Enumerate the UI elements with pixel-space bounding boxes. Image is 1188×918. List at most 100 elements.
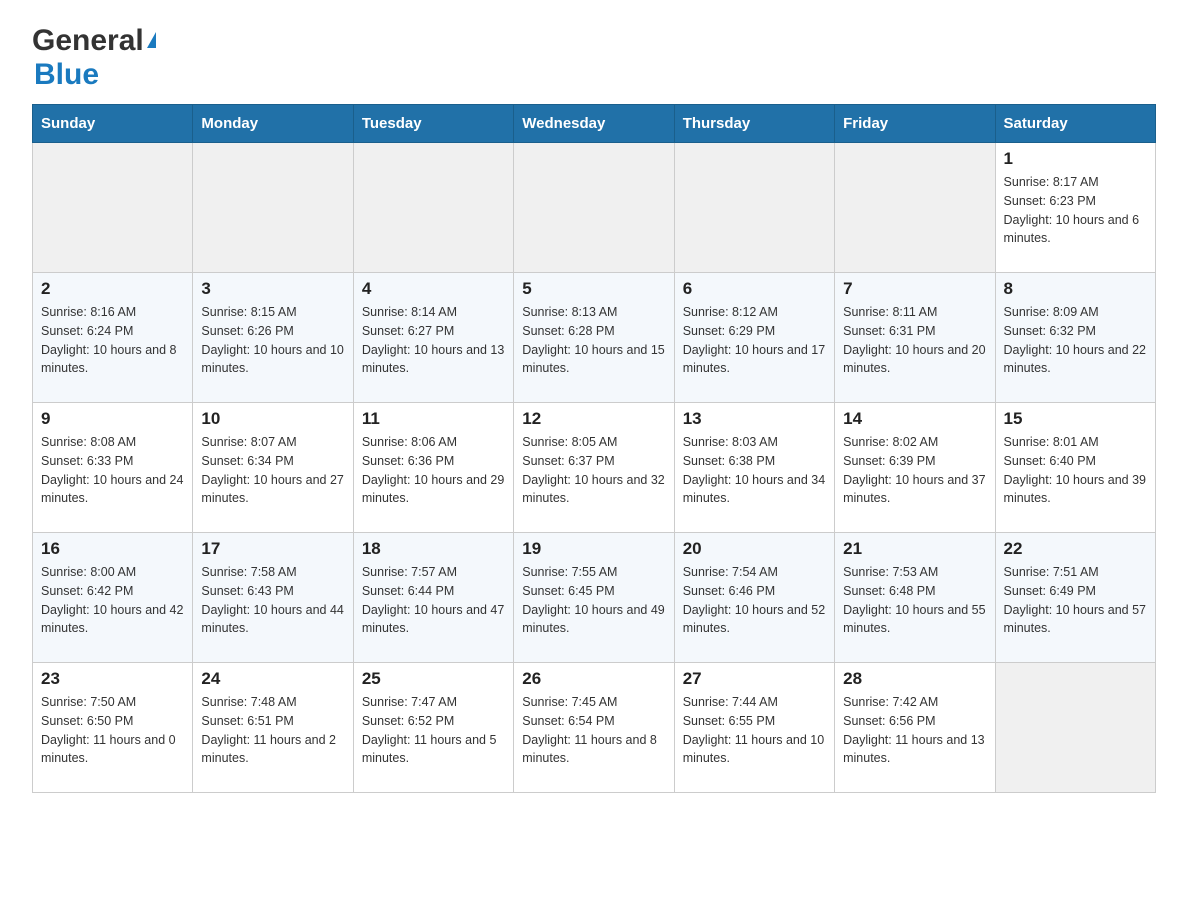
calendar-week-row: 9 Sunrise: 8:08 AM Sunset: 6:33 PM Daylig… (33, 403, 1156, 533)
day-info: Sunrise: 7:54 AM Sunset: 6:46 PM Dayligh… (683, 563, 826, 638)
day-info: Sunrise: 8:15 AM Sunset: 6:26 PM Dayligh… (201, 303, 344, 378)
day-info: Sunrise: 7:51 AM Sunset: 6:49 PM Dayligh… (1004, 563, 1147, 638)
day-info: Sunrise: 8:16 AM Sunset: 6:24 PM Dayligh… (41, 303, 184, 378)
day-number: 6 (683, 279, 826, 299)
calendar-day-cell: 27 Sunrise: 7:44 AM Sunset: 6:55 PM Dayli… (674, 663, 834, 793)
calendar-day-cell: 5 Sunrise: 8:13 AM Sunset: 6:28 PM Daylig… (514, 273, 674, 403)
calendar-day-cell: 13Sunrise: 8:03 AM Sunset: 6:38 PM Dayli… (674, 403, 834, 533)
logo-general-text: General (32, 24, 144, 58)
calendar-day-cell: 21Sunrise: 7:53 AM Sunset: 6:48 PM Dayli… (835, 533, 995, 663)
day-info: Sunrise: 8:09 AM Sunset: 6:32 PM Dayligh… (1004, 303, 1147, 378)
page-header: General Blue (32, 24, 1156, 92)
calendar-day-cell: 6 Sunrise: 8:12 AM Sunset: 6:29 PM Daylig… (674, 273, 834, 403)
day-info: Sunrise: 8:05 AM Sunset: 6:37 PM Dayligh… (522, 433, 665, 508)
calendar-day-cell (835, 143, 995, 273)
day-number: 1 (1004, 149, 1147, 169)
calendar-header-row: Sunday Monday Tuesday Wednesday Thursday… (33, 105, 1156, 143)
day-info: Sunrise: 8:11 AM Sunset: 6:31 PM Dayligh… (843, 303, 986, 378)
calendar-day-cell: 10 Sunrise: 8:07 AM Sunset: 6:34 PM Dayli… (193, 403, 353, 533)
day-number: 5 (522, 279, 665, 299)
logo-blue-text: Blue (34, 58, 99, 91)
calendar-day-cell (193, 143, 353, 273)
day-number: 12 (522, 409, 665, 429)
col-friday: Friday (835, 105, 995, 143)
day-info: Sunrise: 8:17 AM Sunset: 6:23 PM Dayligh… (1004, 173, 1147, 248)
day-info: Sunrise: 7:55 AM Sunset: 6:45 PM Dayligh… (522, 563, 665, 638)
calendar-day-cell: 25 Sunrise: 7:47 AM Sunset: 6:52 PM Dayli… (353, 663, 513, 793)
day-number: 3 (201, 279, 344, 299)
day-info: Sunrise: 8:14 AM Sunset: 6:27 PM Dayligh… (362, 303, 505, 378)
calendar-day-cell: 23 Sunrise: 7:50 AM Sunset: 6:50 PM Dayli… (33, 663, 193, 793)
day-number: 17 (201, 539, 344, 559)
day-info: Sunrise: 8:13 AM Sunset: 6:28 PM Dayligh… (522, 303, 665, 378)
calendar-day-cell: 12 Sunrise: 8:05 AM Sunset: 6:37 PM Dayli… (514, 403, 674, 533)
col-thursday: Thursday (674, 105, 834, 143)
logo-triangle-icon (147, 32, 156, 48)
day-number: 11 (362, 409, 505, 429)
calendar-day-cell: 26 Sunrise: 7:45 AM Sunset: 6:54 PM Dayli… (514, 663, 674, 793)
day-number: 18 (362, 539, 505, 559)
calendar-day-cell: 22 Sunrise: 7:51 AM Sunset: 6:49 PM Dayli… (995, 533, 1155, 663)
day-info: Sunrise: 7:45 AM Sunset: 6:54 PM Dayligh… (522, 693, 665, 768)
calendar-day-cell: 16Sunrise: 8:00 AM Sunset: 6:42 PM Dayli… (33, 533, 193, 663)
day-number: 19 (522, 539, 665, 559)
calendar-day-cell: 2 Sunrise: 8:16 AM Sunset: 6:24 PM Daylig… (33, 273, 193, 403)
day-number: 2 (41, 279, 184, 299)
day-info: Sunrise: 8:12 AM Sunset: 6:29 PM Dayligh… (683, 303, 826, 378)
day-info: Sunrise: 7:44 AM Sunset: 6:55 PM Dayligh… (683, 693, 826, 768)
day-number: 9 (41, 409, 184, 429)
calendar-day-cell: 18 Sunrise: 7:57 AM Sunset: 6:44 PM Dayli… (353, 533, 513, 663)
day-number: 13 (683, 409, 826, 429)
day-info: Sunrise: 8:07 AM Sunset: 6:34 PM Dayligh… (201, 433, 344, 508)
day-number: 10 (201, 409, 344, 429)
day-number: 8 (1004, 279, 1147, 299)
day-number: 23 (41, 669, 184, 689)
day-number: 28 (843, 669, 986, 689)
day-number: 27 (683, 669, 826, 689)
day-info: Sunrise: 7:57 AM Sunset: 6:44 PM Dayligh… (362, 563, 505, 638)
day-number: 16 (41, 539, 184, 559)
day-info: Sunrise: 7:53 AM Sunset: 6:48 PM Dayligh… (843, 563, 986, 638)
logo: General Blue (32, 24, 156, 92)
calendar-day-cell: 8 Sunrise: 8:09 AM Sunset: 6:32 PM Daylig… (995, 273, 1155, 403)
calendar-day-cell: 20 Sunrise: 7:54 AM Sunset: 6:46 PM Dayli… (674, 533, 834, 663)
calendar-day-cell (674, 143, 834, 273)
day-info: Sunrise: 8:06 AM Sunset: 6:36 PM Dayligh… (362, 433, 505, 508)
calendar-day-cell: 1 Sunrise: 8:17 AM Sunset: 6:23 PM Daylig… (995, 143, 1155, 273)
day-number: 14 (843, 409, 986, 429)
day-number: 15 (1004, 409, 1147, 429)
calendar-day-cell: 28Sunrise: 7:42 AM Sunset: 6:56 PM Dayli… (835, 663, 995, 793)
calendar-day-cell (353, 143, 513, 273)
calendar-day-cell: 24 Sunrise: 7:48 AM Sunset: 6:51 PM Dayli… (193, 663, 353, 793)
day-info: Sunrise: 7:48 AM Sunset: 6:51 PM Dayligh… (201, 693, 344, 768)
day-number: 24 (201, 669, 344, 689)
day-number: 4 (362, 279, 505, 299)
col-saturday: Saturday (995, 105, 1155, 143)
calendar-day-cell: 15 Sunrise: 8:01 AM Sunset: 6:40 PM Dayli… (995, 403, 1155, 533)
day-number: 20 (683, 539, 826, 559)
day-number: 7 (843, 279, 986, 299)
calendar-day-cell: 7 Sunrise: 8:11 AM Sunset: 6:31 PM Daylig… (835, 273, 995, 403)
day-info: Sunrise: 7:50 AM Sunset: 6:50 PM Dayligh… (41, 693, 184, 768)
calendar-day-cell: 3 Sunrise: 8:15 AM Sunset: 6:26 PM Daylig… (193, 273, 353, 403)
day-number: 25 (362, 669, 505, 689)
col-monday: Monday (193, 105, 353, 143)
calendar-week-row: 2 Sunrise: 8:16 AM Sunset: 6:24 PM Daylig… (33, 273, 1156, 403)
day-number: 26 (522, 669, 665, 689)
day-info: Sunrise: 8:02 AM Sunset: 6:39 PM Dayligh… (843, 433, 986, 508)
calendar-day-cell (514, 143, 674, 273)
day-info: Sunrise: 7:47 AM Sunset: 6:52 PM Dayligh… (362, 693, 505, 768)
calendar-day-cell (995, 663, 1155, 793)
calendar-week-row: 16Sunrise: 8:00 AM Sunset: 6:42 PM Dayli… (33, 533, 1156, 663)
day-number: 22 (1004, 539, 1147, 559)
calendar-week-row: 23 Sunrise: 7:50 AM Sunset: 6:50 PM Dayli… (33, 663, 1156, 793)
calendar-table: Sunday Monday Tuesday Wednesday Thursday… (32, 104, 1156, 793)
calendar-day-cell: 17Sunrise: 7:58 AM Sunset: 6:43 PM Dayli… (193, 533, 353, 663)
col-sunday: Sunday (33, 105, 193, 143)
day-info: Sunrise: 8:01 AM Sunset: 6:40 PM Dayligh… (1004, 433, 1147, 508)
calendar-day-cell (33, 143, 193, 273)
calendar-week-row: 1 Sunrise: 8:17 AM Sunset: 6:23 PM Daylig… (33, 143, 1156, 273)
col-wednesday: Wednesday (514, 105, 674, 143)
calendar-day-cell: 9 Sunrise: 8:08 AM Sunset: 6:33 PM Daylig… (33, 403, 193, 533)
day-info: Sunrise: 8:08 AM Sunset: 6:33 PM Dayligh… (41, 433, 184, 508)
